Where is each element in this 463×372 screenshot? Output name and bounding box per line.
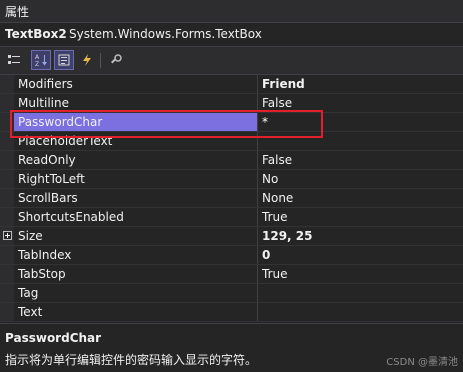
property-value[interactable]: No (262, 172, 278, 186)
property-value[interactable]: 129, 25 (262, 229, 312, 243)
row-gutter (0, 132, 14, 150)
property-name: TabStop (18, 267, 66, 281)
property-value-input[interactable]: * (262, 115, 268, 129)
property-row-text[interactable]: Text (0, 303, 463, 322)
property-row-multiline[interactable]: Multiline False (0, 94, 463, 113)
column-divider[interactable] (257, 208, 258, 226)
column-divider[interactable] (257, 265, 258, 283)
row-gutter (0, 113, 14, 131)
events-icon[interactable] (77, 50, 97, 70)
row-gutter (0, 94, 14, 112)
description-pane: PasswordChar 指示将为单行编辑控件的密码输入显示的字符。 CSDN … (0, 323, 463, 372)
property-row-tabstop[interactable]: TabStop True (0, 265, 463, 284)
property-value[interactable]: False (262, 153, 292, 167)
description-text: 指示将为单行编辑控件的密码输入显示的字符。 (5, 353, 258, 367)
property-value[interactable]: 0 (262, 248, 270, 262)
column-divider[interactable] (257, 284, 258, 302)
description-title: PasswordChar (5, 331, 102, 345)
svg-text:Z: Z (35, 61, 39, 67)
svg-text:A: A (35, 54, 40, 61)
property-value[interactable]: True (262, 267, 288, 281)
row-gutter (0, 284, 14, 302)
column-divider[interactable] (257, 189, 258, 207)
row-gutter (0, 265, 14, 283)
properties-toolbar: AZ (0, 47, 463, 75)
row-gutter (0, 170, 14, 188)
properties-icon[interactable] (54, 50, 74, 70)
toolbar-separator (100, 53, 101, 68)
column-divider[interactable] (257, 132, 258, 150)
property-value[interactable]: False (262, 96, 292, 110)
row-gutter (0, 75, 14, 93)
property-row-size[interactable]: Size 129, 25 (0, 227, 463, 246)
column-divider[interactable] (257, 303, 258, 321)
column-divider[interactable] (257, 151, 258, 169)
property-value[interactable]: Friend (262, 77, 305, 91)
property-name: Size (18, 229, 43, 243)
row-gutter (0, 189, 14, 207)
row-gutter (0, 208, 14, 226)
property-name: ScrollBars (18, 191, 78, 205)
object-selector[interactable]: TextBox2 System.Windows.Forms.TextBox (0, 23, 463, 47)
property-name: ReadOnly (18, 153, 76, 167)
property-row-passwordchar[interactable]: PasswordChar * (0, 113, 463, 132)
property-row-placeholdertext[interactable]: PlaceholderText (0, 132, 463, 151)
property-row-righttoleft[interactable]: RightToLeft No (0, 170, 463, 189)
property-value[interactable]: None (262, 191, 293, 205)
column-divider[interactable] (257, 94, 258, 112)
properties-title-bar: 属性 (0, 0, 463, 23)
expand-plus-icon[interactable] (3, 231, 12, 240)
property-name: Modifiers (18, 77, 73, 91)
object-type: System.Windows.Forms.TextBox (69, 27, 262, 41)
property-name: Tag (18, 286, 39, 300)
property-row-modifiers[interactable]: Modifiers Friend (0, 75, 463, 94)
object-name: TextBox2 (5, 27, 67, 41)
property-name: RightToLeft (18, 172, 85, 186)
property-name: TabIndex (18, 248, 72, 262)
column-divider[interactable] (257, 246, 258, 264)
property-name: PlaceholderText (18, 134, 113, 148)
property-pages-icon[interactable] (106, 50, 126, 70)
property-grid: Modifiers Friend Multiline False Passwor… (0, 75, 463, 322)
column-divider[interactable] (257, 170, 258, 188)
property-name: PasswordChar (18, 115, 103, 129)
property-row-readonly[interactable]: ReadOnly False (0, 151, 463, 170)
column-divider[interactable] (257, 75, 258, 93)
column-divider[interactable] (257, 227, 258, 245)
property-name: Text (18, 305, 43, 319)
property-name: Multiline (18, 96, 69, 110)
row-gutter (0, 151, 14, 169)
property-row-shortcutsenabled[interactable]: ShortcutsEnabled True (0, 208, 463, 227)
alphabetical-icon[interactable]: AZ (31, 50, 51, 70)
column-divider[interactable] (257, 113, 258, 131)
property-row-tag[interactable]: Tag (0, 284, 463, 303)
row-gutter (0, 303, 14, 321)
property-value[interactable]: True (262, 210, 288, 224)
watermark: CSDN @墨清池 (386, 357, 458, 368)
property-name: ShortcutsEnabled (18, 210, 124, 224)
categorized-icon[interactable] (4, 50, 24, 70)
property-row-tabindex[interactable]: TabIndex 0 (0, 246, 463, 265)
row-gutter (0, 246, 14, 264)
property-row-scrollbars[interactable]: ScrollBars None (0, 189, 463, 208)
panel-title: 属性 (5, 5, 30, 19)
